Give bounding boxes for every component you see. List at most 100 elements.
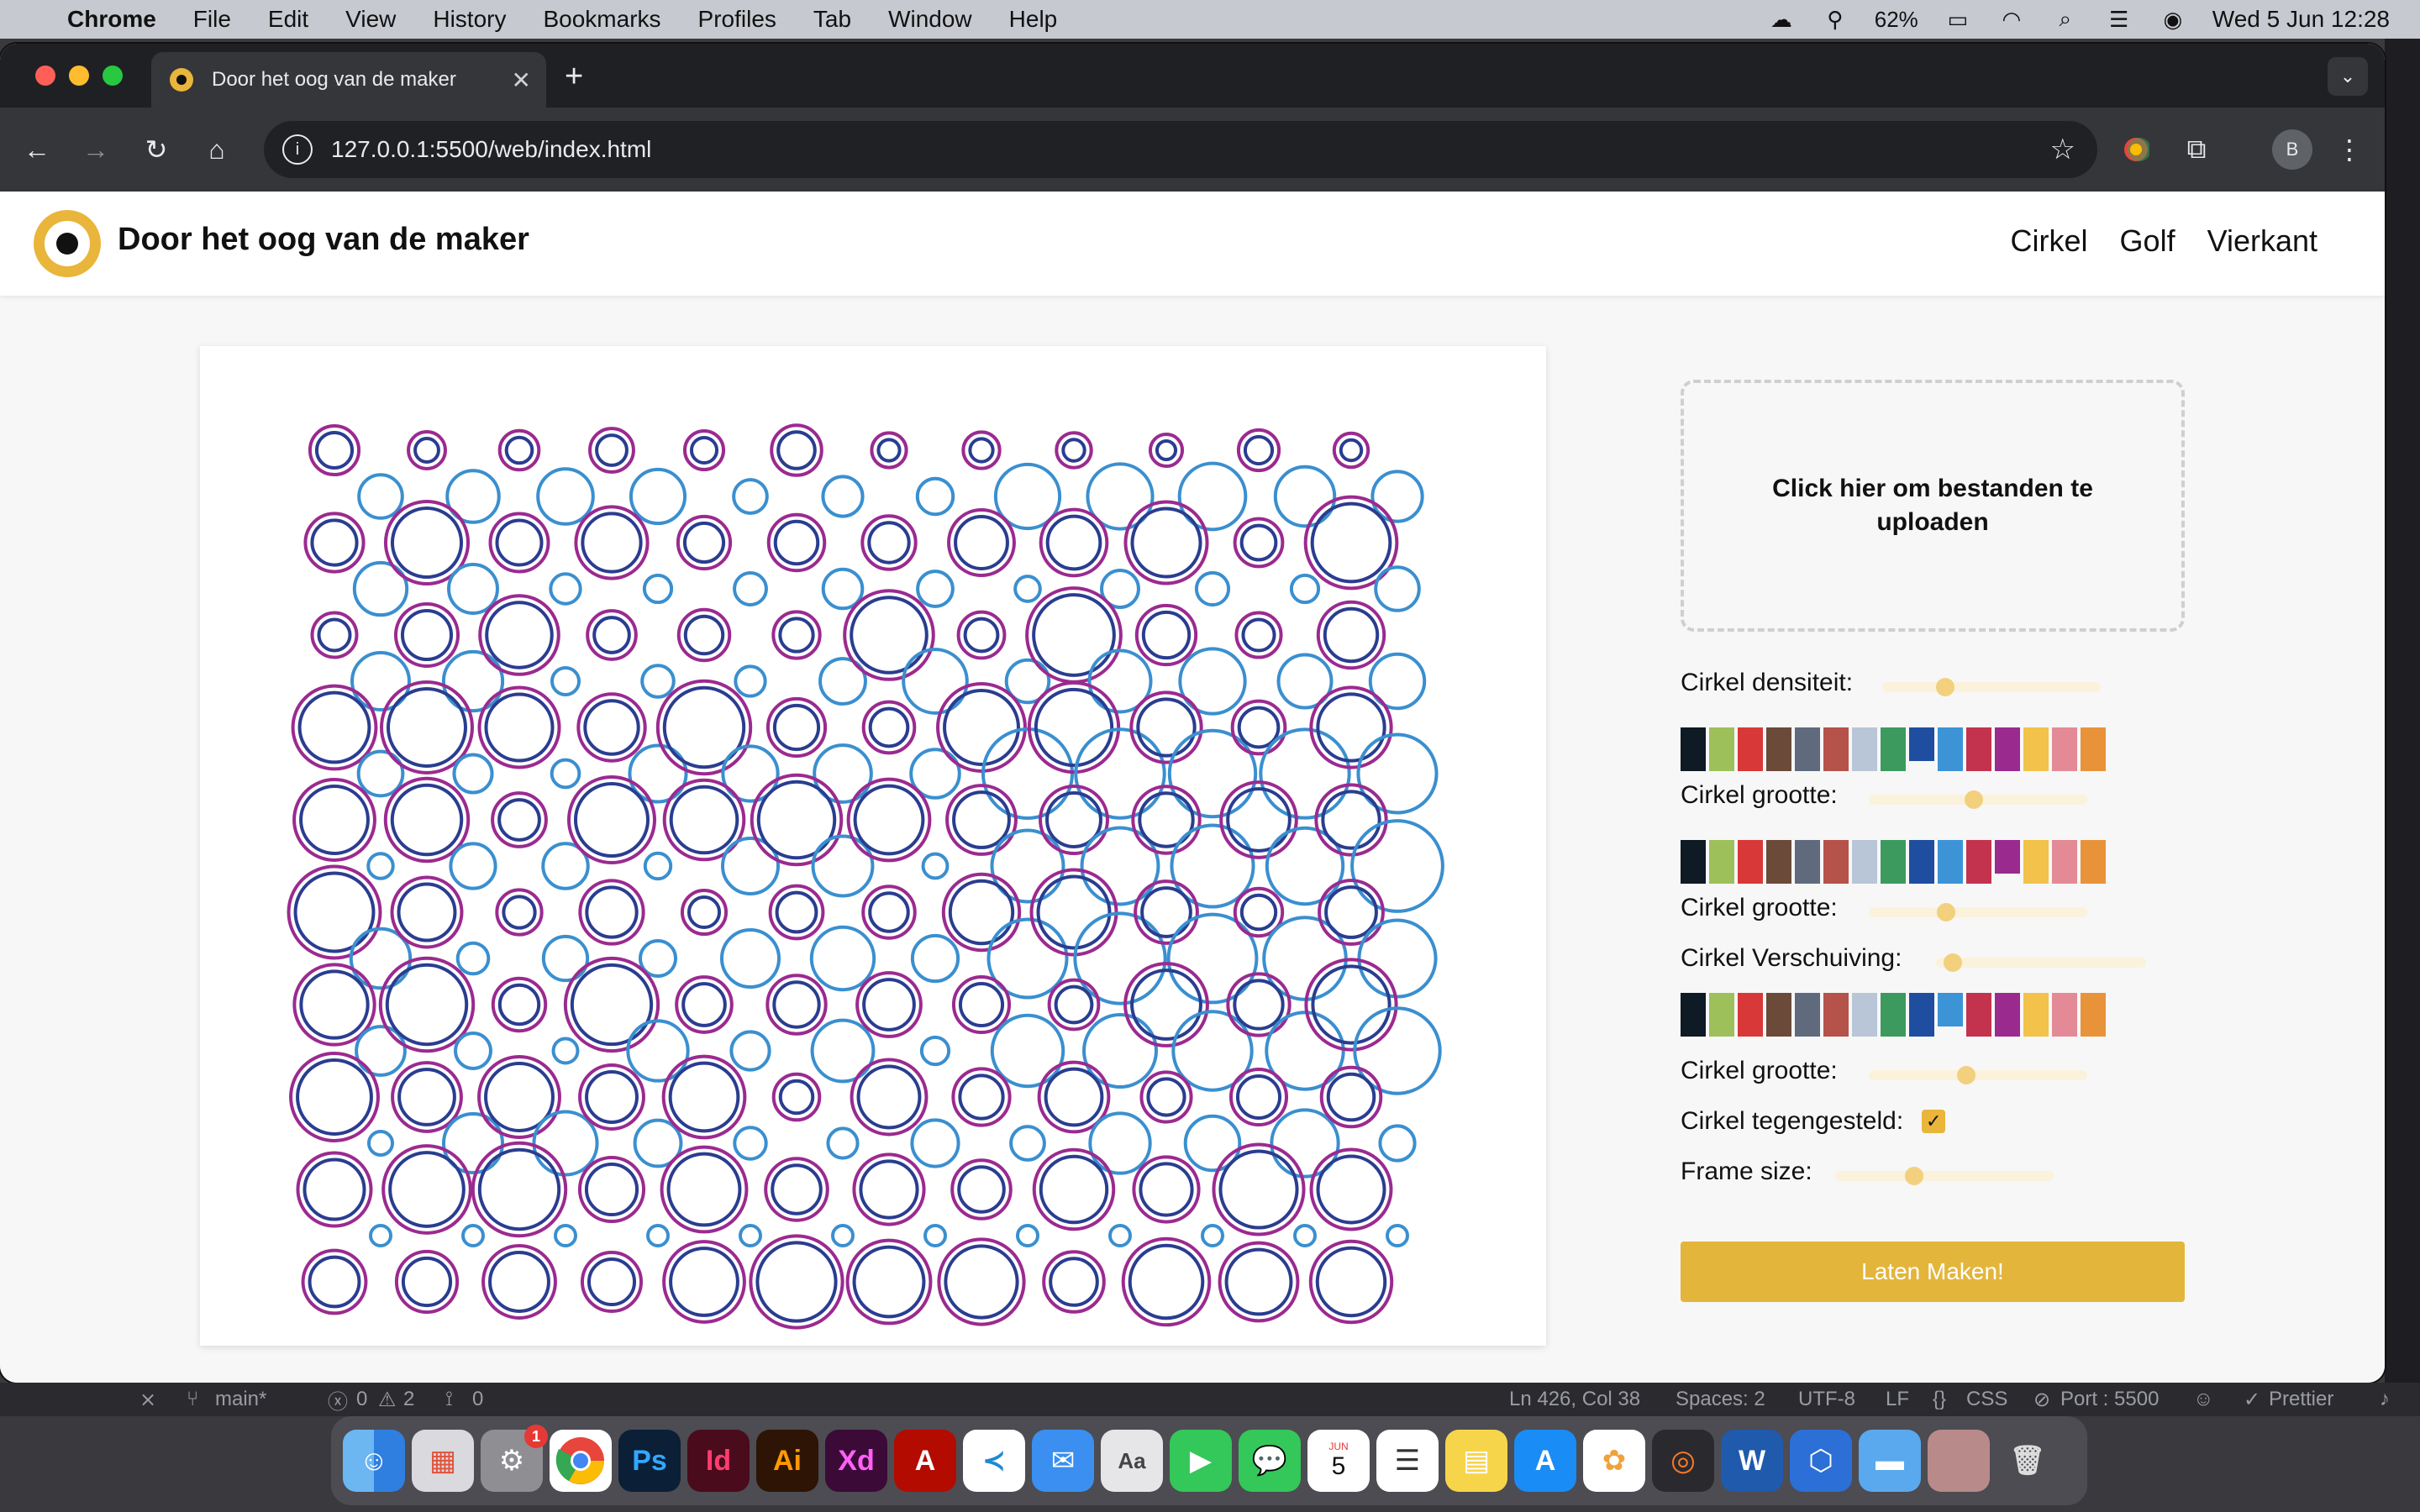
color-extension-icon[interactable] [2118,131,2154,168]
cursor-position[interactable]: Ln 426, Col 38 [1509,1388,1640,1411]
color-swatch[interactable] [1738,993,1763,1037]
new-tab-icon[interactable]: + [565,59,583,95]
zoom-window-button[interactable] [103,66,123,86]
color-swatch[interactable] [1681,840,1706,884]
upload-dropzone[interactable]: Click hier om bestanden te uploaden [1681,380,2185,632]
offset-slider[interactable] [1936,953,2146,972]
frame-size-slider[interactable] [1835,1167,2054,1185]
color-swatch[interactable] [1738,840,1763,884]
color-swatch[interactable] [1709,840,1734,884]
notifications-icon[interactable]: ♪ [2380,1388,2390,1411]
color-swatch[interactable] [2023,840,2049,884]
mail-icon[interactable]: ✉ [1032,1430,1094,1492]
back-icon[interactable]: ← [18,131,55,168]
extensions-icon[interactable]: ⧉ [2178,131,2215,168]
git-branch[interactable]: main* [215,1388,266,1411]
color-swatch[interactable] [1709,993,1734,1037]
slider-knob[interactable] [1956,1066,1975,1084]
live-server-port[interactable]: Port : 5500 [2060,1388,2159,1411]
color-swatch[interactable] [1938,727,1963,771]
errors-count[interactable]: 0 [356,1388,367,1411]
reminders-icon[interactable]: ☰ [1376,1430,1439,1492]
font-book-icon[interactable]: Aa [1101,1430,1163,1492]
color-swatch[interactable] [2081,993,2106,1037]
color-swatch[interactable] [2023,993,2049,1037]
color-swatch[interactable] [1995,840,2020,874]
color-swatch[interactable] [1795,727,1820,771]
color-swatch[interactable] [2052,993,2077,1037]
reload-icon[interactable]: ↻ [138,131,175,168]
site-info-icon[interactable]: i [282,134,313,165]
xd-icon[interactable]: Xd [825,1430,887,1492]
profile-avatar[interactable]: B [2272,129,2312,170]
chrome-icon[interactable] [550,1430,612,1492]
color-swatch[interactable] [1909,993,1934,1037]
color-swatch[interactable] [1681,727,1706,771]
control-center-icon[interactable]: ☰ [2105,7,2133,32]
menu-edit[interactable]: Edit [268,6,308,33]
close-tab-icon[interactable]: ✕ [512,66,531,94]
more-menu-icon[interactable]: ⋮ [2331,131,2368,168]
color-swatch[interactable] [1995,993,2020,1037]
search-icon[interactable]: ⌕ [2051,6,2080,31]
notes-icon[interactable]: ▤ [1445,1430,1507,1492]
home-icon[interactable]: ⌂ [198,131,235,168]
color-swatch[interactable] [1938,840,1963,884]
color-swatch[interactable] [1709,727,1734,771]
forward-icon[interactable]: → [77,131,114,168]
color-swatch[interactable] [1881,727,1906,771]
menu-view[interactable]: View [345,6,396,33]
nav-cirkel[interactable]: Cirkel [2011,223,2088,259]
color-swatch[interactable] [1938,993,1963,1026]
battery-icon[interactable]: ▭ [1944,7,1972,32]
photoshop-icon[interactable]: Ps [618,1430,681,1492]
slider-knob[interactable] [1965,790,1984,809]
color-swatch[interactable] [2023,727,2049,771]
menu-help[interactable]: Help [1009,6,1058,33]
indesign-icon[interactable]: Id [687,1430,750,1492]
git-branch-icon[interactable]: ⑂ [187,1388,198,1411]
color-swatch[interactable] [1738,727,1763,771]
eye-logo-icon[interactable] [34,210,101,277]
color-swatch[interactable] [2081,727,2106,771]
color-swatch[interactable] [1795,993,1820,1037]
color-swatch[interactable] [1995,727,2020,771]
blender-icon[interactable]: ◎ [1652,1430,1714,1492]
app-store-icon[interactable]: A [1514,1430,1576,1492]
size-slider-3[interactable] [1869,1066,2087,1084]
size-slider-1[interactable] [1869,790,2087,809]
nav-vierkant[interactable]: Vierkant [2207,223,2317,259]
ports-icon[interactable]: ⟟ [445,1388,453,1411]
menu-bookmarks[interactable]: Bookmarks [543,6,660,33]
calendar-icon[interactable]: JUN 5 [1307,1430,1370,1492]
color-swatch[interactable] [1766,840,1791,884]
vscode-icon[interactable]: ≺ [963,1430,1025,1492]
minimize-window-button[interactable] [69,66,89,86]
color-swatch[interactable] [1909,727,1934,761]
illustrator-icon[interactable]: Ai [756,1430,818,1492]
airpods-icon[interactable]: ⚲ [1821,7,1849,32]
slider-knob[interactable] [1905,1167,1924,1185]
address-bar[interactable]: i 127.0.0.1:5500/web/index.html ☆ [264,121,2097,178]
site-title[interactable]: Door het oog van de maker [118,222,529,258]
menu-history[interactable]: History [433,6,506,33]
invert-checkbox[interactable]: ✓ [1922,1110,1946,1133]
color-swatch[interactable] [1852,840,1877,884]
prettier-icon[interactable]: ✓ [2244,1388,2260,1412]
menu-app-name[interactable]: Chrome [67,6,156,33]
color-swatch[interactable] [1766,993,1791,1037]
color-swatch[interactable] [1966,727,1991,771]
menu-window[interactable]: Window [888,6,972,33]
menu-profiles[interactable]: Profiles [698,6,776,33]
eol[interactable]: LF [1886,1388,1909,1411]
color-swatch[interactable] [1766,727,1791,771]
color-swatch[interactable] [1823,727,1849,771]
menu-tab[interactable]: Tab [813,6,851,33]
color-swatch[interactable] [1823,840,1849,884]
cube-app-icon[interactable]: ⬡ [1790,1430,1852,1492]
finder-icon[interactable]: ☺ [343,1430,405,1492]
color-swatch[interactable] [1823,993,1849,1037]
color-swatch[interactable] [1966,840,1991,884]
live-server-icon[interactable]: ⊘ [2033,1388,2050,1412]
slider-knob[interactable] [1936,903,1955,921]
